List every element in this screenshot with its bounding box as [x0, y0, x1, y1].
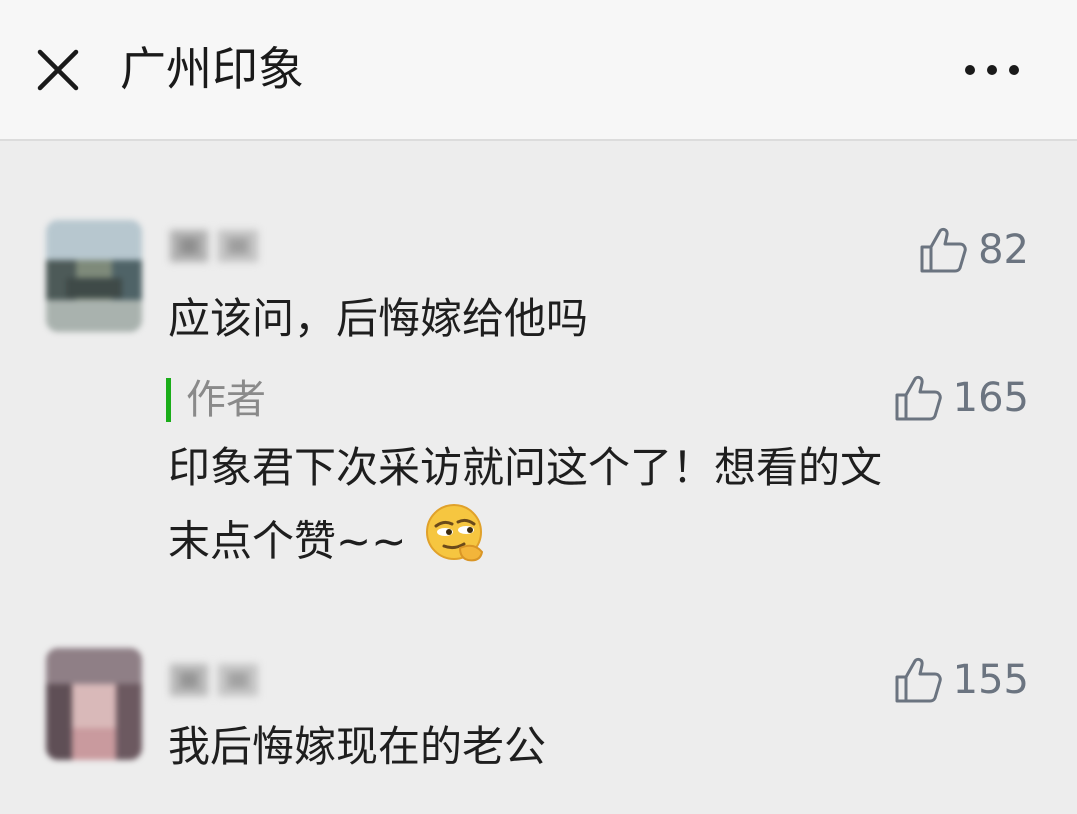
thumbs-up-icon	[895, 657, 942, 703]
avatar[interactable]	[46, 220, 142, 332]
blurred-name-graphic	[170, 664, 258, 696]
comment-text: 应该问，后悔嫁给他吗	[168, 294, 589, 343]
reply-line-1: 印象君下次采访就问这个了！想看的文	[168, 443, 883, 492]
close-icon	[37, 49, 79, 91]
like-button[interactable]: 155	[893, 652, 1029, 708]
author-reply-accent-bar	[166, 378, 171, 422]
avatar-image	[46, 220, 142, 332]
author-reply-text: 印象君下次采访就问这个了！想看的文 末点个赞~~	[168, 434, 1028, 586]
username-blurred[interactable]	[168, 660, 262, 700]
page-title: 广州印象	[120, 42, 304, 96]
thumbs-up-icon	[895, 375, 942, 421]
reply-line-2-text: 末点个赞~~	[168, 516, 407, 566]
reply-like-button[interactable]: 165	[893, 370, 1029, 426]
like-button[interactable]: 82	[918, 222, 1029, 278]
close-button[interactable]	[32, 44, 84, 96]
author-label: 作者	[186, 377, 266, 423]
reply-like-count: 165	[952, 375, 1029, 421]
reply-line-2: 末点个赞~~	[168, 502, 1028, 586]
comment-text: 我后悔嫁现在的老公	[168, 722, 547, 771]
smirk-emoji-icon	[424, 502, 488, 586]
username-blurred[interactable]	[168, 226, 262, 266]
avatar-image	[46, 648, 142, 760]
like-count: 82	[978, 227, 1029, 273]
top-bar: 广州印象	[0, 0, 1077, 141]
avatar[interactable]	[46, 648, 142, 760]
more-dots-icon	[965, 65, 1019, 75]
blurred-name-graphic	[170, 230, 258, 262]
like-count: 155	[952, 657, 1029, 703]
more-button[interactable]	[960, 56, 1024, 84]
thumbs-up-icon	[920, 227, 967, 273]
